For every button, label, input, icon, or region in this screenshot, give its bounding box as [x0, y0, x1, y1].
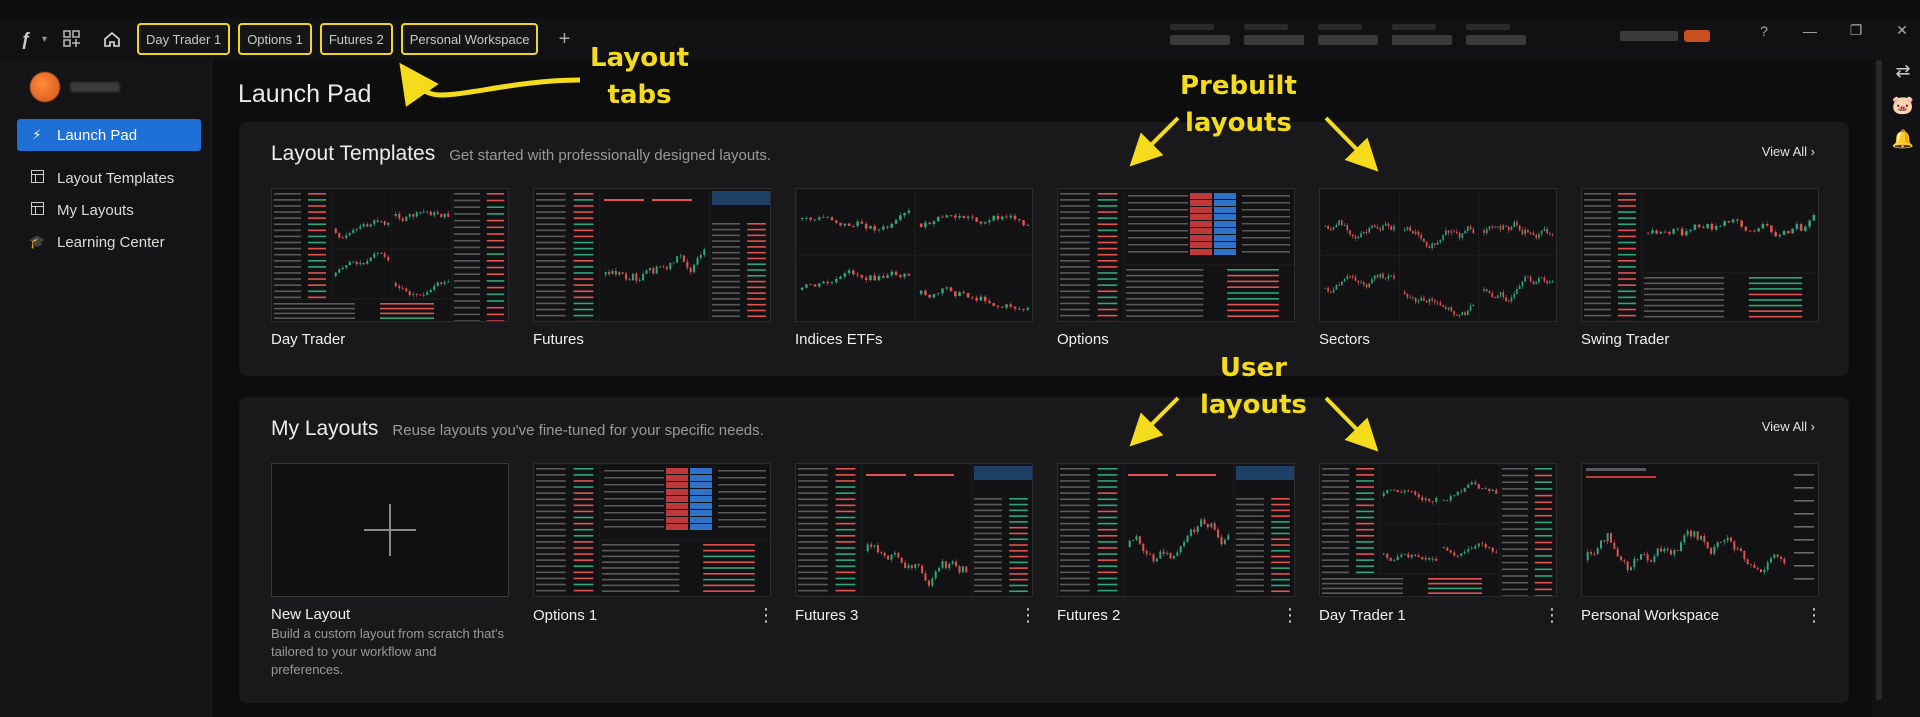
more-options-icon[interactable]: ⋮	[1281, 606, 1299, 624]
layout-tab[interactable]: Day Trader 1	[137, 23, 231, 55]
bell-icon[interactable]: 🔔	[1890, 126, 1916, 152]
card-title: Futures 2	[1057, 606, 1121, 624]
card-title: Futures	[533, 331, 584, 348]
layout-thumbnail	[1581, 463, 1819, 597]
section-subtitle: Get started with professionally designed…	[449, 147, 772, 164]
card-title: New Layout	[271, 606, 351, 623]
layout-card[interactable]: Day Trader 1 ⋮	[1319, 463, 1561, 624]
piggy-bank-icon[interactable]: 🐷	[1890, 92, 1916, 118]
new-layout-card[interactable]: New Layout Build a custom layout from sc…	[271, 463, 509, 679]
layout-thumbnail	[795, 463, 1033, 597]
sidebar: ⚡ Launch Pad Layout Templates My Layouts…	[0, 60, 212, 717]
card-description: Build a custom layout from scratch that'…	[271, 626, 504, 677]
sidebar-item-layout-templates[interactable]: Layout Templates	[17, 162, 201, 194]
view-all-label: View All	[1761, 144, 1808, 159]
more-options-icon[interactable]: ⋮	[1019, 606, 1037, 624]
help-icon[interactable]: ?	[1754, 23, 1774, 39]
profile-name-blurred	[70, 82, 120, 92]
view-all-link[interactable]: View All ›	[1762, 144, 1815, 159]
sidebar-item-label: Layout Templates	[57, 169, 175, 187]
chevron-right-icon: ›	[1810, 419, 1815, 434]
annotation-prebuilt-layouts: Prebuilt layouts	[1180, 71, 1297, 138]
annotation-user-layouts: User layouts	[1200, 353, 1307, 420]
more-options-icon[interactable]: ⋮	[757, 606, 775, 624]
layout-tab[interactable]: Personal Workspace	[400, 23, 539, 55]
chevron-down-icon[interactable]: ▾	[42, 34, 47, 45]
grid-icon	[29, 170, 45, 186]
layout-tab[interactable]: Futures 2	[319, 23, 393, 55]
layout-thumbnail	[1319, 463, 1557, 597]
template-card[interactable]: Options	[1057, 188, 1295, 348]
scrollbar[interactable]	[1876, 60, 1882, 700]
main-content: Launch Pad Layout Templates Get started …	[212, 60, 1872, 717]
my-layouts-section: My Layouts Reuse layouts you've fine-tun…	[239, 397, 1849, 703]
sidebar-item-label: Launch Pad	[57, 126, 138, 144]
sidebar-item-learning-center[interactable]: 🎓 Learning Center	[17, 226, 201, 258]
account-stats-blurred	[1170, 24, 1530, 45]
page-title: Launch Pad	[238, 80, 372, 108]
layout-card[interactable]: Futures 2 ⋮	[1057, 463, 1299, 624]
sidebar-item-my-layouts[interactable]: My Layouts	[17, 194, 201, 226]
more-options-icon[interactable]: ⋮	[1543, 606, 1561, 624]
section-title: My Layouts	[271, 417, 379, 440]
template-card[interactable]: Indices ETFs	[795, 188, 1033, 348]
restore-icon[interactable]: ❐	[1846, 22, 1866, 39]
more-options-icon[interactable]: ⋮	[1805, 606, 1823, 624]
card-title: Indices ETFs	[795, 331, 883, 348]
template-card[interactable]: Day Trader	[271, 188, 509, 348]
layout-card[interactable]: Personal Workspace ⋮	[1581, 463, 1823, 624]
card-title: Swing Trader	[1581, 331, 1670, 348]
layout-thumbnail	[1057, 463, 1295, 597]
card-title: Futures 3	[795, 606, 859, 624]
card-title: Options 1	[533, 606, 598, 624]
card-title: Day Trader	[271, 331, 346, 348]
apps-grid-icon[interactable]	[57, 24, 87, 54]
layout-thumbnail	[1581, 188, 1819, 322]
close-icon[interactable]: ✕	[1892, 22, 1912, 39]
template-card[interactable]: Sectors	[1319, 188, 1557, 348]
template-card[interactable]: Swing Trader	[1581, 188, 1819, 348]
grid-icon	[29, 202, 45, 218]
card-title: Personal Workspace	[1581, 606, 1720, 624]
sidebar-item-label: My Layouts	[57, 201, 134, 219]
lightning-icon: ⚡	[32, 127, 42, 142]
chevron-right-icon: ›	[1810, 144, 1815, 159]
sidebar-item-label: Learning Center	[57, 233, 165, 251]
top-bar: ƒ ▾ Day Trader 1 Options 1 Futures 2 Per…	[0, 18, 1920, 60]
app-logo-icon[interactable]: ƒ	[12, 25, 40, 53]
layout-thumbnail	[271, 188, 509, 322]
right-rail: ⇄ 🐷 🔔	[1872, 60, 1920, 717]
view-all-label: View All	[1761, 419, 1808, 434]
layout-thumbnail	[1057, 188, 1295, 322]
layout-thumbnail	[533, 463, 771, 597]
layout-tab[interactable]: Options 1	[238, 23, 312, 55]
trade-icon[interactable]: ⇄	[1890, 58, 1916, 84]
profile[interactable]	[30, 72, 120, 102]
section-subtitle: Reuse layouts you've fine-tuned for your…	[392, 422, 764, 439]
home-icon[interactable]	[97, 24, 127, 54]
layout-templates-section: Layout Templates Get started with profes…	[239, 122, 1849, 376]
template-card[interactable]: Futures	[533, 188, 771, 348]
card-title: Options	[1057, 331, 1109, 348]
card-title: Day Trader 1	[1319, 606, 1406, 624]
minimize-icon[interactable]: —	[1800, 23, 1820, 39]
add-tab-button[interactable]: +	[552, 28, 576, 51]
view-all-link[interactable]: View All ›	[1762, 419, 1815, 434]
graduation-cap-icon: 🎓	[29, 234, 46, 249]
new-layout-button[interactable]	[271, 463, 509, 597]
account-selector[interactable]	[1620, 30, 1710, 42]
card-title: Sectors	[1319, 331, 1370, 348]
layout-thumbnail	[1319, 188, 1557, 322]
layout-thumbnail	[533, 188, 771, 322]
avatar	[30, 72, 60, 102]
layout-card[interactable]: Futures 3 ⋮	[795, 463, 1037, 624]
section-title: Layout Templates	[271, 142, 436, 165]
annotation-layout-tabs: Layout tabs	[590, 43, 690, 110]
layout-card[interactable]: Options 1 ⋮	[533, 463, 775, 624]
plus-icon	[364, 504, 416, 556]
layout-thumbnail	[795, 188, 1033, 322]
sidebar-item-launch-pad[interactable]: ⚡ Launch Pad	[17, 119, 201, 151]
